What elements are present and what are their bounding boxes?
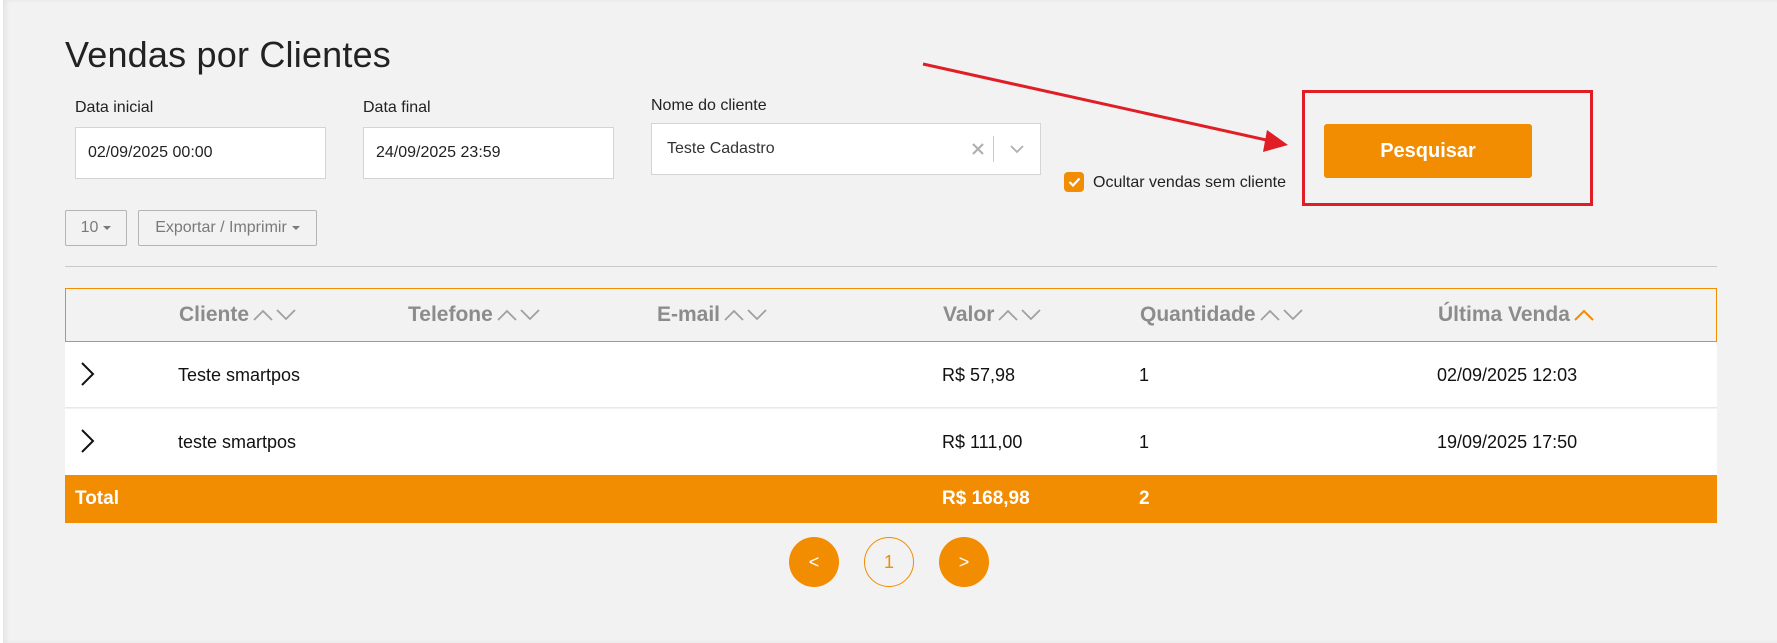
column-header-label: Cliente [179, 303, 250, 326]
total-valor: R$ 168,98 [942, 488, 1030, 509]
search-button[interactable]: Pesquisar [1324, 124, 1532, 178]
sort-down-icon[interactable] [519, 308, 541, 322]
column-header-valor[interactable]: Valor [943, 289, 1042, 341]
column-header-email[interactable]: E-mail [657, 289, 768, 341]
chevron-right-icon[interactable] [77, 360, 97, 388]
cell-cliente: Teste smartpos [178, 364, 301, 385]
total-label: Total [75, 488, 119, 509]
sort-down-icon[interactable] [1282, 308, 1304, 322]
cell-ultima-venda: 19/09/2025 17:50 [1437, 431, 1578, 452]
column-header-telefone[interactable]: Telefone [408, 289, 541, 341]
end-date-input[interactable] [363, 127, 614, 179]
column-header-ultima-venda[interactable]: Última Venda [1438, 289, 1595, 341]
cell-quantidade: 1 [1139, 431, 1150, 452]
page-size-value: 10 [80, 219, 99, 236]
caret-down-icon [103, 226, 112, 230]
divider [65, 266, 1717, 267]
sort-up-icon[interactable] [252, 308, 274, 322]
sort-up-icon[interactable] [1573, 308, 1595, 322]
sort-down-icon[interactable] [746, 308, 768, 322]
column-header-label: Telefone [408, 303, 493, 326]
client-name-label: Nome do cliente [651, 97, 767, 114]
page-1-button[interactable]: 1 [864, 537, 914, 587]
next-page-button[interactable]: > [939, 537, 989, 587]
sort-up-icon[interactable] [997, 308, 1019, 322]
table-row[interactable]: teste smartpos R$ 111,00 1 19/09/2025 17… [65, 409, 1717, 475]
sort-up-icon[interactable] [723, 308, 745, 322]
hide-no-client-label: Ocultar vendas sem cliente [1093, 174, 1286, 191]
caret-down-icon [291, 226, 300, 230]
cell-ultima-venda: 02/09/2025 12:03 [1437, 364, 1578, 385]
table-row[interactable]: Teste smartpos R$ 57,98 1 02/09/2025 12:… [65, 342, 1717, 408]
column-header-label: Quantidade [1140, 303, 1256, 326]
export-print-dropdown[interactable]: Exportar / Imprimir [138, 210, 317, 246]
annotation-arrow [922, 62, 1288, 152]
check-icon [1068, 177, 1080, 187]
sort-down-icon[interactable] [1020, 308, 1042, 322]
start-date-input[interactable] [75, 127, 326, 179]
start-date-label: Data inicial [75, 99, 154, 116]
cell-valor: R$ 57,98 [942, 364, 1016, 385]
hide-no-client-checkbox[interactable] [1064, 172, 1084, 192]
sort-up-icon[interactable] [1259, 308, 1281, 322]
column-header-quantidade[interactable]: Quantidade [1140, 289, 1304, 341]
column-header-cliente[interactable]: Cliente [179, 289, 297, 341]
client-name-value: Teste Cadastro [667, 140, 775, 157]
page-size-dropdown[interactable]: 10 [65, 210, 127, 246]
cell-quantidade: 1 [1139, 364, 1150, 385]
table-header: Cliente Telefone E-mail Valor Quantidade… [65, 288, 1717, 342]
cell-cliente: teste smartpos [178, 431, 297, 452]
column-header-label: E-mail [657, 303, 721, 326]
export-print-label: Exportar / Imprimir [155, 219, 287, 236]
total-row: Total R$ 168,98 2 [65, 475, 1717, 523]
end-date-label: Data final [363, 99, 431, 116]
column-header-label: Valor [943, 303, 995, 326]
total-quantidade: 2 [1139, 488, 1150, 509]
prev-page-button[interactable]: < [789, 537, 839, 587]
cell-valor: R$ 111,00 [942, 431, 1023, 452]
page-title: Vendas por Clientes [65, 34, 392, 75]
sort-up-icon[interactable] [496, 308, 518, 322]
chevron-right-icon[interactable] [77, 427, 97, 455]
content-panel: Vendas por Clientes Data inicial Data fi… [3, 0, 1777, 643]
column-header-label: Última Venda [1438, 303, 1570, 326]
sort-down-icon[interactable] [275, 308, 297, 322]
